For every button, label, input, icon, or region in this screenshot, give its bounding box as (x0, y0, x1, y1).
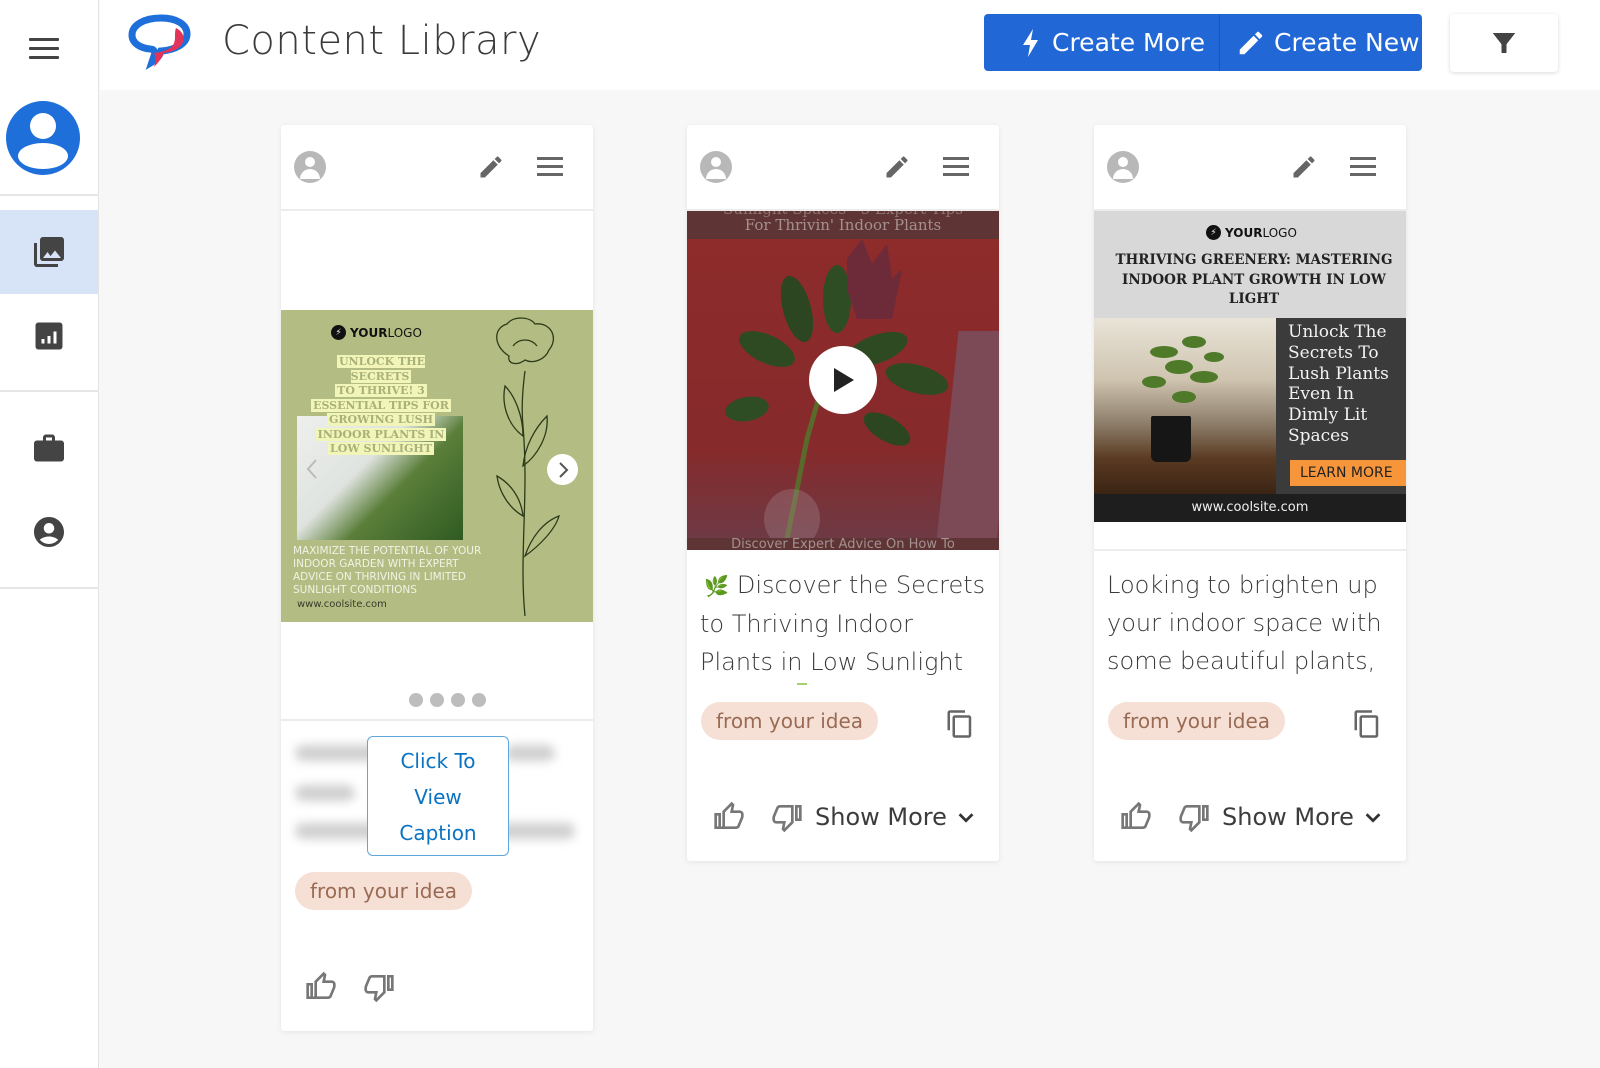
carousel-dot[interactable] (430, 693, 444, 707)
source-tag[interactable]: from your idea (701, 702, 879, 740)
image-headline: THRIVING GREENERY: MASTERING INDOOR PLAN… (1115, 252, 1393, 307)
copy-icon[interactable] (1352, 708, 1382, 740)
copy-icon[interactable] (945, 708, 975, 740)
thumbs-up-icon[interactable] (305, 971, 337, 1003)
create-button-group: Create More Create New (984, 14, 1422, 71)
pencil-icon (1239, 31, 1263, 54)
carousel-prev-icon[interactable] (305, 458, 319, 480)
thumbs-up-icon[interactable] (1120, 801, 1152, 833)
sidebar (0, 0, 99, 1068)
thumbs-down-icon[interactable] (771, 801, 803, 833)
filter-button[interactable] (1450, 14, 1558, 72)
content-card: ⚡ YOUR LOGO UNLOCK THE SECRETS TO THRIVE!… (281, 125, 593, 1031)
photo-library-icon (34, 237, 64, 267)
card-caption: 🌿 Discover the Secrets to Thriving Indoor… (700, 571, 986, 676)
lightning-icon: ⚡ (1206, 225, 1221, 240)
card-header (281, 125, 593, 211)
header: Content Library Create More Create New (100, 0, 1600, 90)
user-avatar-icon[interactable] (6, 101, 80, 175)
post-image[interactable]: ⚡ YOUR LOGO THRIVING GREENERY: MASTERING … (1094, 211, 1406, 522)
your-logo: ⚡ YOUR LOGO (1206, 225, 1297, 240)
brand-logo-icon (128, 14, 191, 70)
show-more-button[interactable]: Show More (1222, 803, 1384, 831)
sidebar-divider (0, 194, 99, 196)
sidebar-item-analytics[interactable] (0, 294, 98, 378)
feedback-actions: Show More (1120, 801, 1384, 833)
hamburger-menu-icon[interactable] (29, 38, 59, 60)
content-card: ⚡ YOUR LOGO THRIVING GREENERY: MASTERING … (1094, 125, 1406, 861)
edit-pencil-icon[interactable] (1290, 153, 1318, 181)
create-more-button[interactable]: Create More (984, 14, 1220, 71)
learn-more-button[interactable]: LEARN MORE (1290, 460, 1406, 486)
carousel-dot[interactable] (409, 693, 423, 707)
lightning-icon (1023, 28, 1038, 57)
user-avatar-icon (700, 151, 732, 183)
sidebar-item-content-library[interactable] (0, 210, 98, 294)
user-avatar-icon (1107, 151, 1139, 183)
video-thumbnail[interactable]: Sunlight Spaces - 3 Expert Tips For Thri… (687, 211, 999, 550)
play-button[interactable] (809, 346, 877, 414)
carousel-dot[interactable] (451, 693, 465, 707)
create-new-label: Create New (1274, 28, 1420, 57)
account-circle-icon (34, 517, 64, 547)
view-caption-button[interactable]: Click To View Caption (367, 736, 509, 856)
create-more-label: Create More (1052, 28, 1205, 57)
carousel-dot[interactable] (472, 693, 486, 707)
card-divider (1094, 549, 1406, 551)
plant-photo (1094, 318, 1276, 494)
card-menu-icon[interactable] (537, 157, 563, 177)
image-subtext: MAXIMIZE THE POTENTIAL OF YOUR INDOOR GA… (293, 545, 482, 596)
chevron-right-icon (558, 461, 568, 478)
carousel-indicators (409, 693, 486, 707)
filter-icon (1492, 33, 1516, 53)
image-url: www.coolsite.com (1094, 494, 1406, 522)
chevron-down-icon (1365, 813, 1381, 823)
card-header (687, 125, 999, 211)
bar-chart-icon (35, 322, 63, 350)
thumbs-down-icon[interactable] (363, 971, 395, 1003)
source-tag[interactable]: from your idea (295, 872, 473, 910)
create-new-button[interactable]: Create New (1220, 14, 1420, 71)
user-avatar-icon (294, 151, 326, 183)
content-card: Sunlight Spaces - 3 Expert Tips For Thri… (687, 125, 999, 861)
feedback-actions: Show More (713, 801, 977, 833)
card-menu-icon[interactable] (1350, 157, 1376, 177)
sidebar-divider (0, 390, 99, 392)
herb-emoji-icon: 🌿 (704, 574, 729, 598)
carousel-next-button[interactable] (547, 454, 578, 485)
thumbs-down-icon[interactable] (1178, 801, 1210, 833)
feedback-actions (305, 971, 395, 1003)
image-headline: UNLOCK THE SECRETS TO THRIVE! 3 ESSENTIA… (311, 355, 451, 455)
edit-pencil-icon[interactable] (477, 153, 505, 181)
card-caption: Looking to brighten up your indoor space… (1107, 571, 1382, 675)
card-header (1094, 125, 1406, 211)
briefcase-icon (34, 434, 64, 462)
image-url: www.coolsite.com (297, 599, 387, 610)
card-divider (281, 719, 593, 721)
carousel-image[interactable]: ⚡ YOUR LOGO UNLOCK THE SECRETS TO THRIVE!… (281, 310, 593, 622)
source-tag[interactable]: from your idea (1108, 702, 1286, 740)
page-title: Content Library (222, 18, 542, 64)
play-icon (834, 368, 854, 392)
show-more-button[interactable]: Show More (815, 803, 977, 831)
video-subtitle-bar: Discover Expert Advice On How To (687, 538, 999, 550)
card-menu-icon[interactable] (943, 157, 969, 177)
lightning-icon: ⚡ (331, 325, 346, 340)
sidebar-divider (0, 587, 99, 589)
your-logo: ⚡ YOUR LOGO (331, 325, 422, 340)
sidebar-item-account[interactable] (0, 490, 98, 574)
sidebar-item-business[interactable] (0, 406, 98, 490)
video-title-bar: Sunlight Spaces - 3 Expert Tips For Thri… (687, 211, 999, 239)
chevron-down-icon (958, 813, 974, 823)
thumbs-up-icon[interactable] (713, 801, 745, 833)
edit-pencil-icon[interactable] (883, 153, 911, 181)
